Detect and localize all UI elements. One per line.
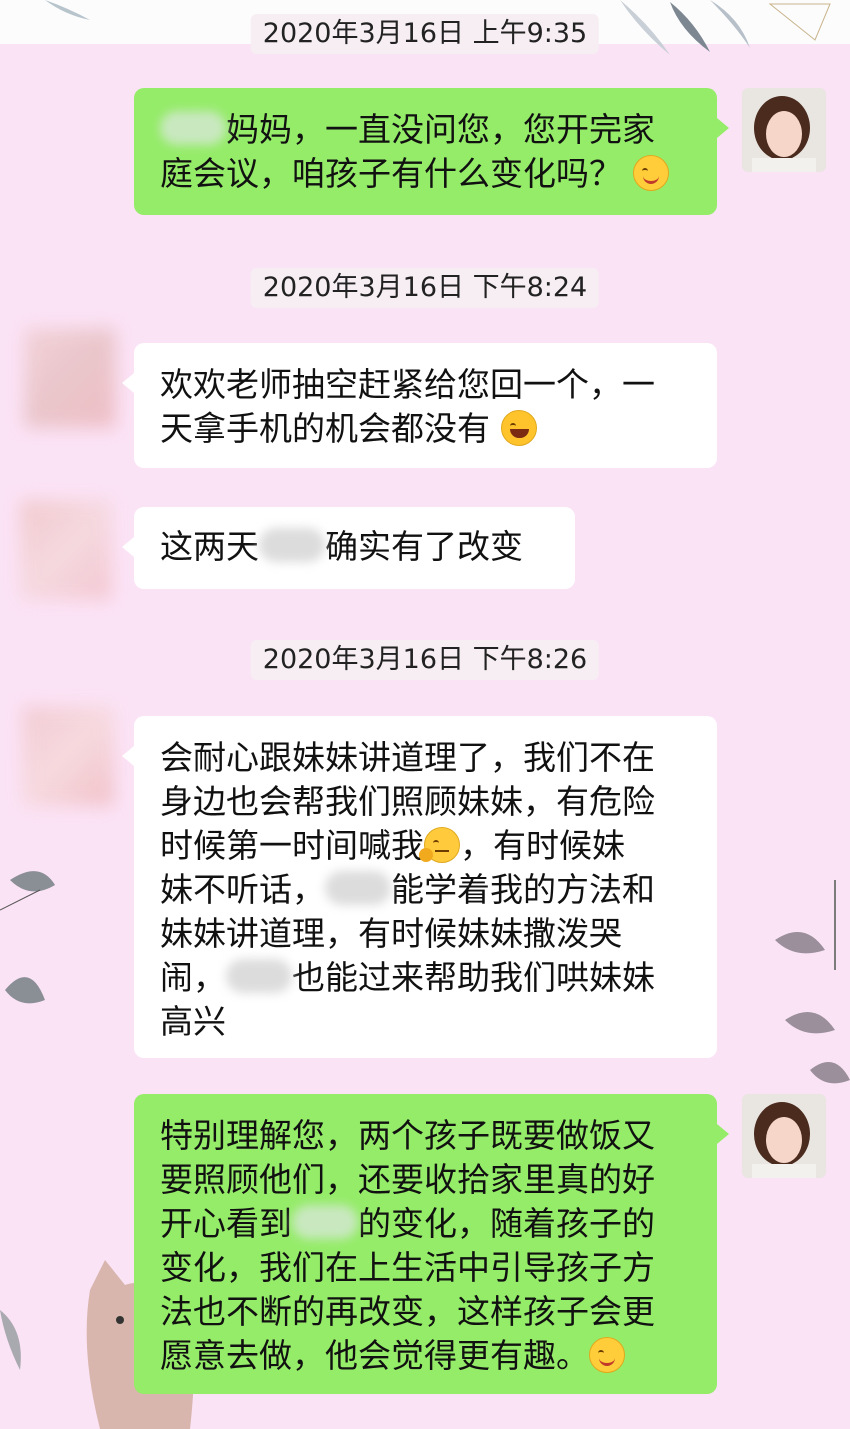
message-line: 闹， 也能过来帮助我们哄妹妹 [160,958,655,997]
message-line: 庭会议，咱孩子有什么变化吗？ [160,152,691,196]
redacted-name [292,1205,358,1239]
parent-avatar[interactable] [20,500,112,600]
message-line: 高兴 [160,1002,226,1041]
timestamp: 2020年3月16日 上午9:35 [250,14,600,54]
thinking-face-emoji-icon [419,827,460,863]
tears-of-joy-emoji-icon [500,410,537,446]
feather-decoration [45,0,90,20]
sent-message-bubble[interactable]: 特别理解您，两个孩子既要做饭又 要照顾他们，还要收拾家里真的好 开心看到 的变化，… [134,1094,729,1394]
teacher-photo [742,88,826,172]
received-message-bubble[interactable]: 欢欢老师抽空赶紧给您回一个，一 天拿手机的机会都没有 [122,343,717,468]
leaf-decoration [0,871,55,1004]
message-line: 开心看到 的变化，随着孩子的 [160,1204,655,1243]
smiling-face-emoji-icon [589,1337,625,1373]
message-line: 这两天 确实有了改变 [160,527,523,566]
message-line: 妈妈，一直没问您，您开完家 [160,108,691,152]
message-line: 天拿手机的机会都没有 [160,407,691,451]
redacted-name [325,871,391,905]
redacted-name [226,959,292,993]
received-message-bubble[interactable]: 这两天 确实有了改变 [122,507,575,589]
message-line: 特别理解您，两个孩子既要做饭又 [160,1116,655,1155]
message-line: 身边也会帮我们照顾妹妹，有危险 [160,782,655,821]
message-line: 愿意去做，他会觉得更有趣。 [160,1334,691,1378]
teacher-photo [742,1094,826,1178]
feather-decoration [620,0,831,55]
parent-avatar[interactable] [22,706,114,806]
message-line: 妹妹讲道理，有时候妹妹撒泼哭 [160,914,622,953]
message-line: 妹不听话， 能学着我的方法和 [160,870,655,909]
message-line: 欢欢老师抽空赶紧给您回一个，一 [160,365,655,404]
received-message-bubble[interactable]: 会耐心跟妹妹讲道理了，我们不在 身边也会帮我们照顾妹妹，有危险 时候第一时间喊我… [122,716,717,1058]
message-line: 法也不断的再改变，这样孩子会更 [160,1292,655,1331]
redacted-name [259,528,325,562]
sent-message-bubble[interactable]: 妈妈，一直没问您，您开完家 庭会议，咱孩子有什么变化吗？ [134,88,729,215]
redacted-name [160,111,226,145]
message-line: 时候第一时间喊我 ，有时候妹 [160,826,625,865]
message-line: 要照顾他们，还要收拾家里真的好 [160,1160,655,1199]
leaf-decoration [775,880,850,1084]
timestamp: 2020年3月16日 下午8:24 [250,268,600,308]
teacher-avatar[interactable] [742,1094,826,1178]
message-line: 会耐心跟妹妹讲道理了，我们不在 [160,738,655,777]
message-line: 变化，我们在上生活中引导孩子方 [160,1248,655,1287]
leaf-decoration [0,1310,21,1370]
timestamp: 2020年3月16日 下午8:26 [250,640,600,680]
teacher-avatar[interactable] [742,88,826,172]
smiling-face-emoji-icon [632,155,669,191]
parent-avatar[interactable] [24,328,116,428]
